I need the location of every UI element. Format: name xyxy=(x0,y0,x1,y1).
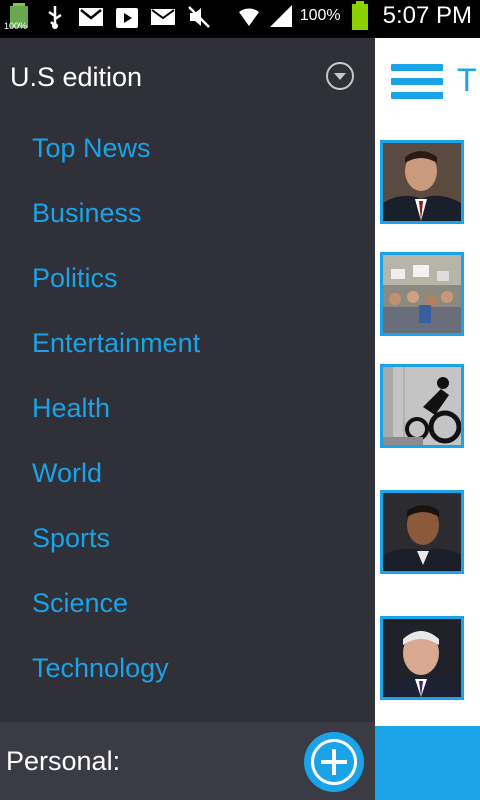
nav-item-science[interactable]: Science xyxy=(0,571,375,636)
system-icons: 100% 5:07 PM xyxy=(236,1,472,30)
section-list: Top News Business Politics Entertainment… xyxy=(0,116,375,701)
clock: 5:07 PM xyxy=(382,2,472,29)
menu-icon[interactable] xyxy=(391,64,443,100)
bottom-bar xyxy=(375,726,480,800)
mute-icon xyxy=(186,4,212,30)
nav-item-business[interactable]: Business xyxy=(0,181,375,246)
edition-label: U.S edition xyxy=(10,62,143,92)
article-thumbnail[interactable] xyxy=(380,140,464,224)
battery-icon xyxy=(347,1,373,30)
wifi-icon xyxy=(236,3,262,29)
personal-label: Personal: xyxy=(6,746,121,776)
nav-item-politics[interactable]: Politics xyxy=(0,246,375,311)
gmail-icon xyxy=(78,4,104,30)
add-personal-button[interactable] xyxy=(304,732,364,792)
personal-section: Personal: xyxy=(0,722,375,800)
nav-item-technology[interactable]: Technology xyxy=(0,636,375,701)
article-thumbnail[interactable] xyxy=(380,616,464,700)
signal-icon xyxy=(268,3,294,29)
navigation-drawer: U.S edition Top News Business Politics E… xyxy=(0,38,375,800)
nav-item-health[interactable]: Health xyxy=(0,376,375,441)
notification-icons: 100% xyxy=(4,3,212,31)
battery-percent: 100% xyxy=(299,7,341,24)
nav-item-world[interactable]: World xyxy=(0,441,375,506)
nav-item-entertainment[interactable]: Entertainment xyxy=(0,311,375,376)
page-title: T xyxy=(457,62,477,98)
status-bar: 100% 100% 5:07 PM xyxy=(0,0,480,38)
email-icon xyxy=(150,4,176,30)
nav-item-top-news[interactable]: Top News xyxy=(0,116,375,181)
battery-charging-small-icon: 100% xyxy=(4,3,32,31)
usb-icon xyxy=(42,4,68,30)
chevron-down-icon[interactable] xyxy=(326,62,354,90)
article-thumbnail[interactable] xyxy=(380,364,464,448)
edition-selector[interactable]: U.S edition xyxy=(0,38,375,116)
battery-small-label: 100% xyxy=(4,21,28,31)
play-store-icon xyxy=(114,4,140,30)
article-thumbnail[interactable] xyxy=(380,490,464,574)
main-content: T xyxy=(375,38,480,800)
article-thumbnail[interactable] xyxy=(380,252,464,336)
nav-item-sports[interactable]: Sports xyxy=(0,506,375,571)
